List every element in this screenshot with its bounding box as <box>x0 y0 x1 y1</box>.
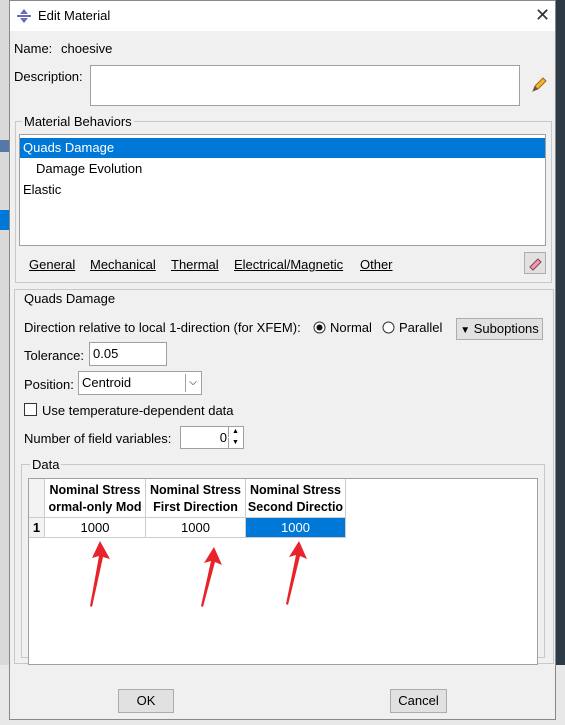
table-cell[interactable]: 1000 <box>45 518 146 538</box>
edit-material-dialog: Edit Material ✕ Name: choesive Descripti… <box>9 0 556 720</box>
tolerance-input[interactable]: 0.05 <box>89 342 167 366</box>
tolerance-label: Tolerance: <box>24 348 84 363</box>
material-behaviors-label: Material Behaviors <box>22 114 134 129</box>
temperature-dependent-label: Use temperature-dependent data <box>42 403 234 418</box>
menu-electrical-magnetic[interactable]: Electrical/Magnetic <box>234 257 343 272</box>
eraser-icon <box>529 258 542 271</box>
menu-thermal[interactable]: Thermal <box>171 257 219 272</box>
chevron-down-icon: ⌵ <box>185 374 200 392</box>
radio-normal[interactable] <box>313 321 326 334</box>
list-item[interactable]: Elastic <box>20 180 61 200</box>
table-cell[interactable]: 1000 <box>146 518 246 538</box>
annotation-arrow-2 <box>201 547 222 607</box>
radio-normal-label: Normal <box>330 320 372 335</box>
position-select[interactable]: Centroid ⌵ <box>78 371 202 395</box>
table-corner <box>29 479 45 518</box>
material-name-value: choesive <box>61 41 113 56</box>
row-index: 1 <box>29 518 45 538</box>
ok-button[interactable]: OK <box>118 689 174 713</box>
title-bar: Edit Material ✕ <box>10 1 555 31</box>
app-icon <box>17 9 31 23</box>
annotation-arrow-3 <box>286 541 307 605</box>
section-title: Quads Damage <box>24 291 116 306</box>
direction-label: Direction relative to local 1-direction … <box>24 320 301 335</box>
radio-parallel-label: Parallel <box>399 320 443 335</box>
list-item[interactable]: Quads Damage <box>20 138 545 158</box>
radio-parallel[interactable] <box>382 321 395 334</box>
close-icon[interactable]: ✕ <box>535 5 550 26</box>
stepper-down-icon[interactable]: ▼ <box>228 438 242 448</box>
annotation-arrow-1 <box>90 541 110 607</box>
column-header-1[interactable]: Nominal Stress ormal-only Mod <box>45 479 146 518</box>
stepper-up-icon[interactable]: ▲ <box>228 427 242 437</box>
column-header-3[interactable]: Nominal Stress Second Directio <box>246 479 346 518</box>
description-label: Description: <box>14 69 83 84</box>
table-cell-selected[interactable]: 1000 <box>246 518 346 538</box>
position-label: Position: <box>24 377 74 392</box>
description-field[interactable] <box>90 65 520 106</box>
menu-mechanical[interactable]: Mechanical <box>90 257 156 272</box>
edit-behavior-button[interactable] <box>524 252 546 274</box>
menu-other[interactable]: Other <box>360 257 393 272</box>
list-item[interactable]: Damage Evolution <box>20 159 142 179</box>
cancel-button[interactable]: Cancel <box>390 689 447 713</box>
triangle-down-icon: ▼ <box>460 325 471 336</box>
background-app-left <box>0 0 9 725</box>
data-group-label: Data <box>30 457 62 472</box>
name-label: Name: <box>14 41 53 56</box>
field-variables-stepper[interactable]: 0 ▲ ▼ <box>180 426 244 449</box>
menu-general[interactable]: General <box>29 257 75 272</box>
suboptions-button[interactable]: ▼ Suboptions <box>456 318 543 340</box>
pencil-icon[interactable] <box>529 75 549 95</box>
background-app-right <box>556 0 565 725</box>
temperature-dependent-checkbox[interactable] <box>24 403 37 416</box>
column-header-2[interactable]: Nominal Stress First Direction <box>146 479 246 518</box>
behaviors-list: Quads Damage Damage Evolution Elastic <box>19 134 546 246</box>
behavior-menu-bar: General Mechanical Thermal Electrical/Ma… <box>19 257 519 277</box>
field-variables-label: Number of field variables: <box>24 431 172 446</box>
window-title: Edit Material <box>38 8 111 23</box>
